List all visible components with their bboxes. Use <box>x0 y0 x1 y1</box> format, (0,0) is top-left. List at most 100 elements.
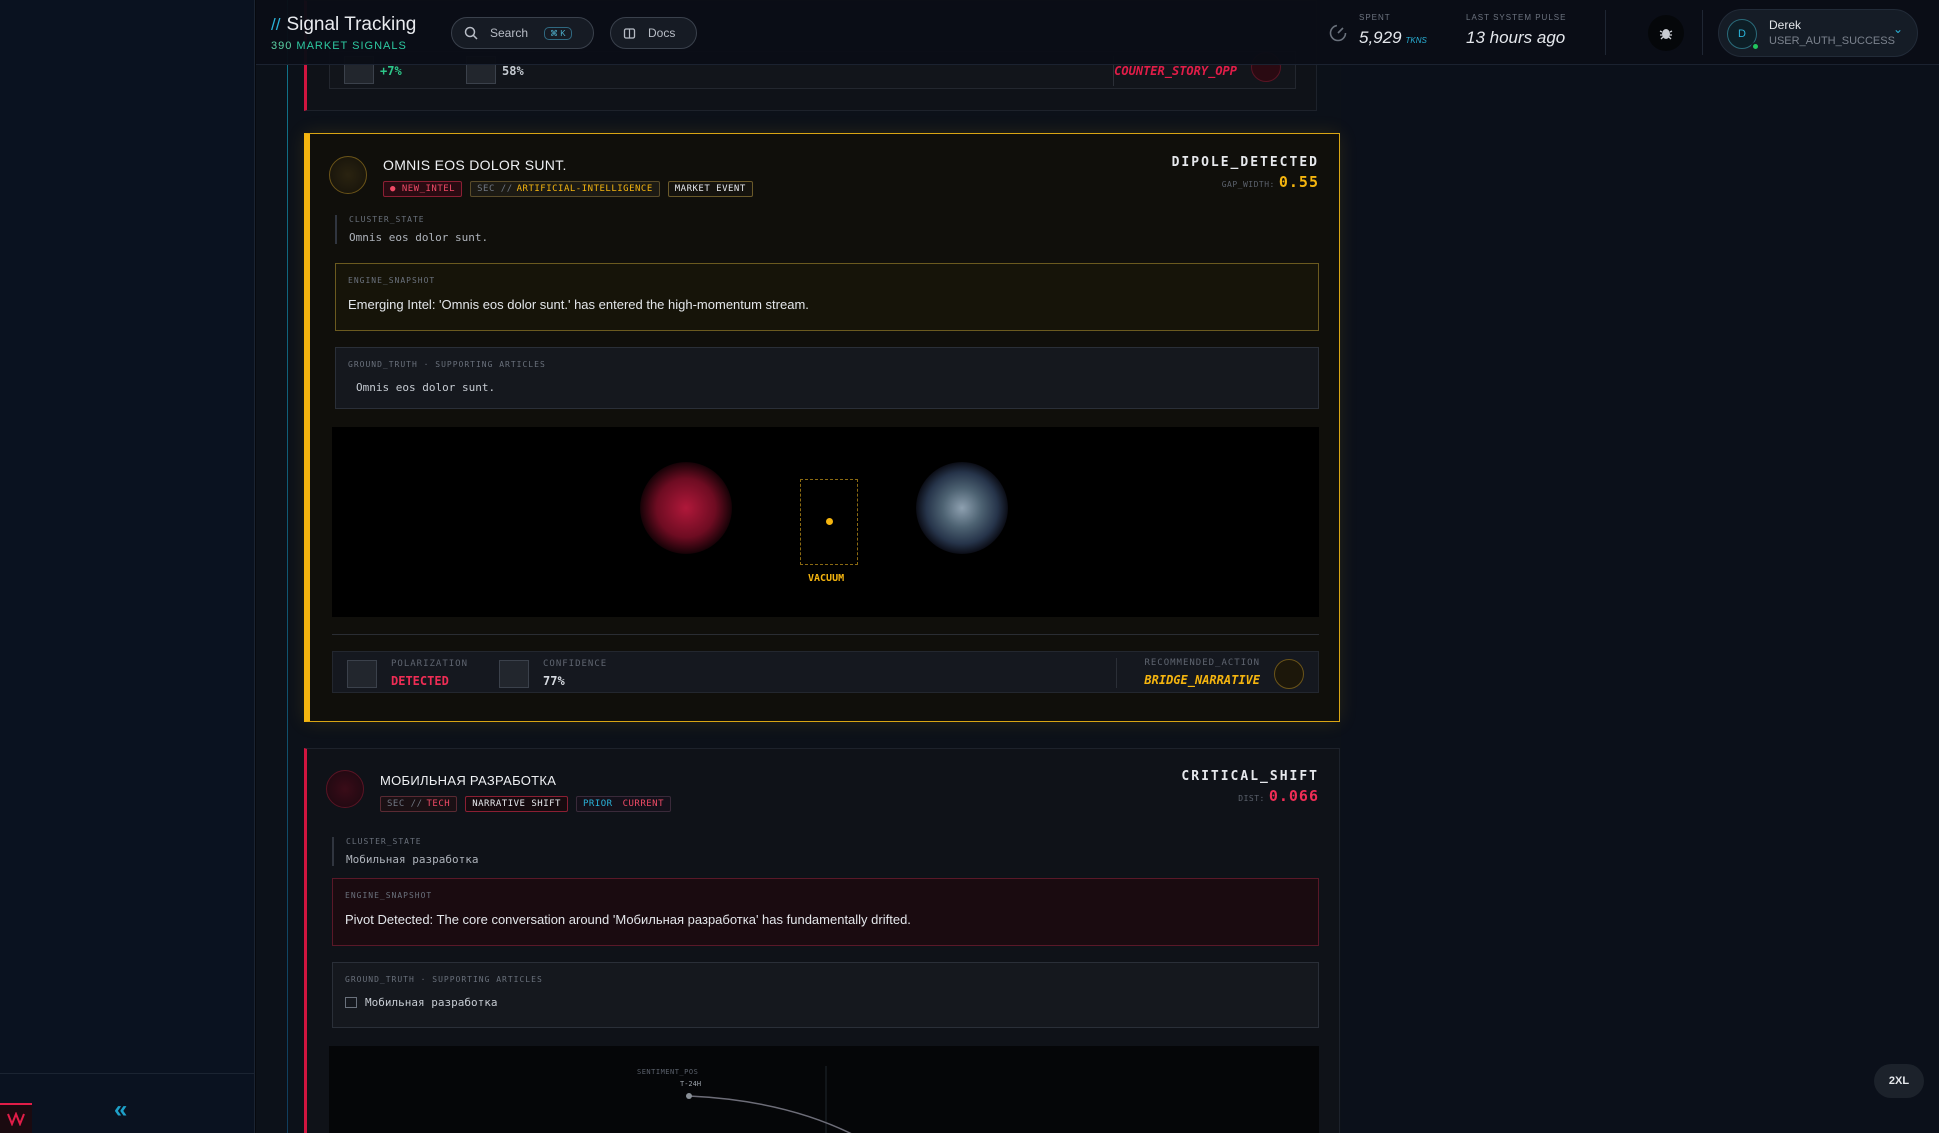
sidebar: « <box>0 0 255 1133</box>
ground-label: GROUND_TRUTH · SUPPORTING ARTICLES <box>345 975 543 984</box>
previous-metric-a: +7% <box>380 64 402 78</box>
engine-snapshot: ENGINE_SNAPSHOT Emerging Intel: 'Omnis e… <box>335 263 1319 331</box>
signal-card-critical-shift[interactable]: МОБИЛЬНАЯ РАЗРАБОТКА SEC //TECH NARRATIV… <box>304 748 1340 1133</box>
engine-label: ENGINE_SNAPSHOT <box>348 276 436 285</box>
confidence-value: 77% <box>543 674 565 688</box>
metric-label: GAP_WIDTH: <box>1221 180 1275 189</box>
signal-orb-icon <box>329 156 367 194</box>
user-status: USER_AUTH_SUCCESS <box>1769 35 1895 47</box>
prior-point <box>686 1093 692 1099</box>
tag-sector[interactable]: SEC //TECH <box>380 796 458 812</box>
engine-label: ENGINE_SNAPSHOT <box>345 891 433 900</box>
confidence-icon <box>499 660 529 688</box>
tag-market-event[interactable]: MARKET EVENT <box>667 181 753 197</box>
metric-value: 0.066 <box>1268 787 1319 805</box>
previous-action-value: COUNTER_STORY_OPP <box>1114 64 1237 78</box>
signal-kind: DIPOLE_DETECTED <box>1171 155 1319 170</box>
tag-sector-label: ARTIFICIAL-INTELLIGENCE <box>516 184 653 194</box>
tag-narrative-shift[interactable]: NARRATIVE SHIFT <box>465 796 568 812</box>
polarization-icon <box>347 660 377 688</box>
docs-icon <box>623 27 636 39</box>
recommended-action-value: BRIDGE_NARRATIVE <box>1144 673 1260 687</box>
tag-prefix: SEC // <box>477 184 513 194</box>
signal-orb-icon <box>326 770 364 808</box>
user-name: Derek <box>1769 18 1802 32</box>
app-logo-icon[interactable] <box>0 1103 32 1133</box>
distance-metric: DIST: 0.066 <box>1238 786 1319 805</box>
user-menu[interactable]: D Derek USER_AUTH_SUCCESS ⌄ <box>1718 9 1918 57</box>
title-slashes: // <box>271 15 281 34</box>
spent-label: SPENT <box>1359 13 1391 22</box>
sidebar-footer: « <box>0 1073 254 1133</box>
tag-prior-current[interactable]: PRIOR CURRENT <box>575 796 672 812</box>
cluster-value: Мобильная разработка <box>346 853 479 866</box>
card-metrics-row: POLARIZATION DETECTED CONFIDENCE 77% REC… <box>332 651 1319 693</box>
cluster-label: CLUSTER_STATE <box>346 837 422 846</box>
top-header: // Signal Tracking 390 MARKET SIGNALS Sea… <box>256 0 1939 65</box>
breakpoint-badge[interactable]: 2XL <box>1874 1064 1924 1098</box>
card-tags: ● NEW_INTEL SEC //ARTIFICIAL-INTELLIGENC… <box>383 181 753 197</box>
polarization-label: POLARIZATION <box>391 659 469 669</box>
tag-new-intel[interactable]: ● NEW_INTEL <box>383 181 463 197</box>
docs-label: Docs <box>648 26 676 40</box>
pulse-value: 13 hours ago <box>1466 28 1566 47</box>
tag-sector[interactable]: SEC //ARTIFICIAL-INTELLIGENCE <box>470 181 660 197</box>
metric-label: DIST: <box>1238 794 1265 803</box>
timeline-rail <box>287 0 288 1133</box>
previous-metric-b: 58% <box>502 64 524 78</box>
page-subtitle: 390 MARKET SIGNALS <box>271 40 407 52</box>
ground-label: GROUND_TRUTH · SUPPORTING ARTICLES <box>348 360 546 369</box>
signal-count: 390 <box>271 40 293 52</box>
main-area: +7% 58% COUNTER_STORY_OPP OMNIS EOS DOLO… <box>256 0 1939 1133</box>
divider <box>1116 658 1117 688</box>
dipole-visualization: VACUUM <box>332 427 1319 617</box>
collapse-sidebar-icon[interactable]: « <box>114 1096 127 1124</box>
online-status-icon <box>1751 42 1760 51</box>
search-button[interactable]: Search ⌘ K <box>451 17 594 49</box>
pole-negative <box>640 462 732 554</box>
card-title: OMNIS EOS DOLOR SUNT. <box>383 157 567 173</box>
signal-count-label: MARKET SIGNALS <box>296 40 407 52</box>
tag-current: CURRENT <box>622 799 665 809</box>
token-gauge-icon <box>1329 24 1347 42</box>
ground-article[interactable]: Omnis eos dolor sunt. <box>356 381 1306 394</box>
engine-text: Pivot Detected: The core conversation ar… <box>345 912 911 927</box>
spent-value: 5,929 TKNS <box>1359 28 1427 48</box>
spent-amount: 5,929 <box>1359 28 1402 47</box>
gap-width-metric: GAP_WIDTH: 0.55 <box>1222 172 1319 191</box>
polarization-value: DETECTED <box>391 674 449 688</box>
page-title: // Signal Tracking <box>271 14 416 36</box>
engine-text: Emerging Intel: 'Omnis eos dolor sunt.' … <box>348 297 809 312</box>
page-title-text: Signal Tracking <box>286 14 417 35</box>
chart-point-label: T-24H <box>680 1080 702 1088</box>
search-shortcut: ⌘ K <box>544 26 572 40</box>
action-orb-icon[interactable] <box>1274 659 1304 689</box>
vacuum-label: VACUUM <box>808 573 845 584</box>
cluster-value: Omnis eos dolor sunt. <box>349 231 489 244</box>
docs-button[interactable]: Docs <box>610 17 697 49</box>
metric-value: 0.55 <box>1278 173 1319 191</box>
cluster-label: CLUSTER_STATE <box>349 215 425 224</box>
cluster-state: CLUSTER_STATE Мобильная разработка <box>332 837 478 866</box>
chevron-down-icon: ⌄ <box>1892 22 1903 36</box>
signal-card-dipole[interactable]: OMNIS EOS DOLOR SUNT. ● NEW_INTEL SEC //… <box>304 133 1340 722</box>
card-title: МОБИЛЬНАЯ РАЗРАБОТКА <box>380 773 557 788</box>
chart-label: SENTIMENT_POS <box>637 1068 699 1076</box>
divider <box>1702 10 1703 55</box>
divider <box>332 634 1319 635</box>
ground-article-title: Мобильная разработка <box>365 996 498 1009</box>
card-tags: SEC //TECH NARRATIVE SHIFT PRIOR CURRENT <box>380 796 672 812</box>
bug-icon <box>1659 29 1673 40</box>
search-label: Search <box>490 26 529 40</box>
debug-button[interactable] <box>1648 15 1684 51</box>
article-icon <box>345 997 357 1008</box>
ground-article[interactable]: Мобильная разработка <box>345 996 1306 1009</box>
engine-snapshot: ENGINE_SNAPSHOT Pivot Detected: The core… <box>332 878 1319 946</box>
tag-sector-label: TECH <box>426 799 451 809</box>
cluster-state: CLUSTER_STATE Omnis eos dolor sunt. <box>335 215 488 244</box>
vacuum-point <box>826 518 833 525</box>
pulse-label: LAST SYSTEM PULSE <box>1466 13 1567 22</box>
recommended-action-label: RECOMMENDED_ACTION <box>1144 658 1260 668</box>
pole-positive <box>916 462 1008 554</box>
ground-truth: GROUND_TRUTH · SUPPORTING ARTICLES Omnis… <box>335 347 1319 409</box>
